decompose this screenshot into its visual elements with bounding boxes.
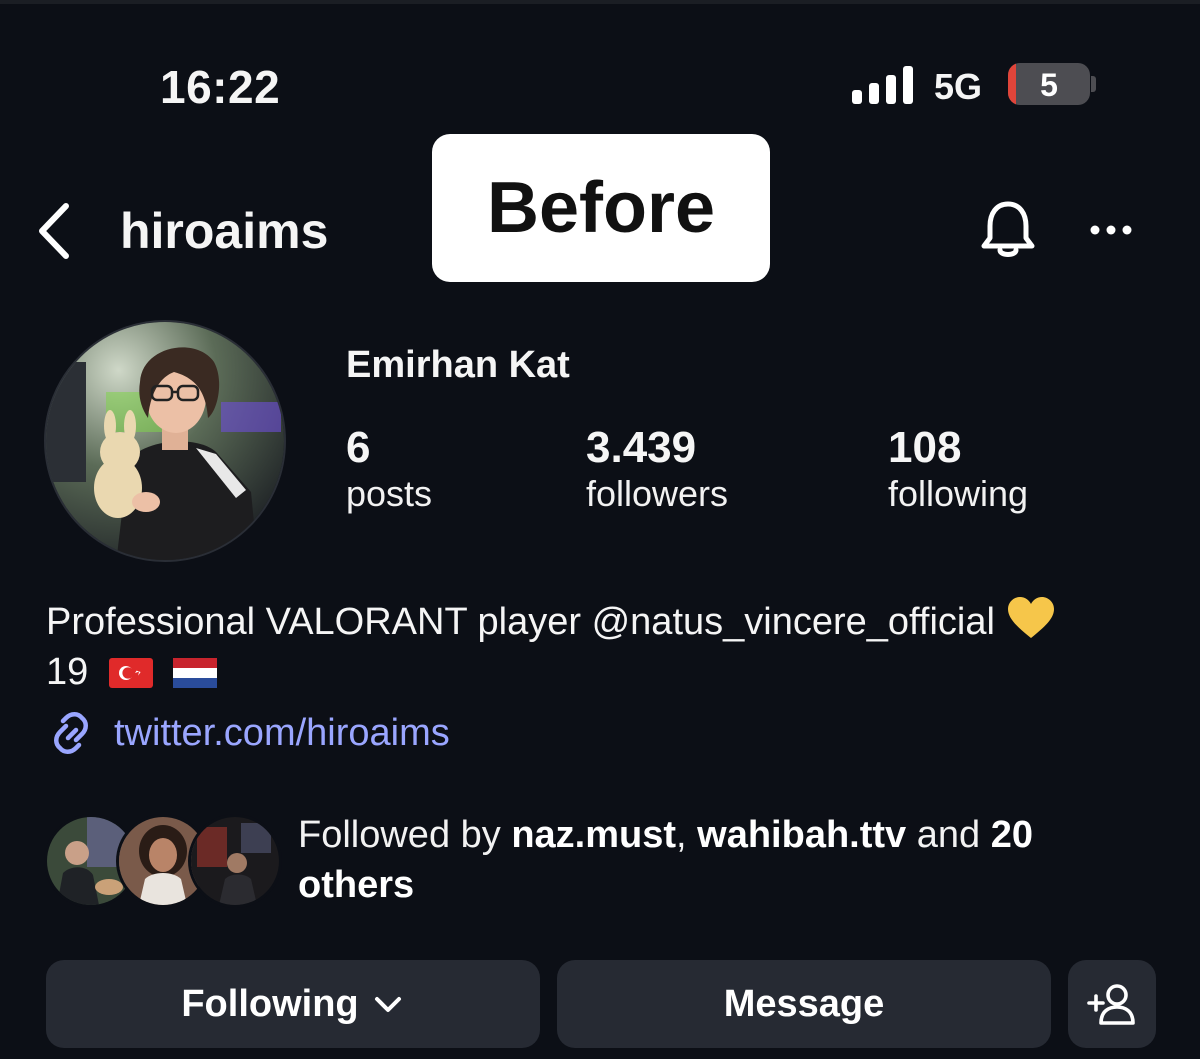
message-button[interactable]: Message — [557, 960, 1051, 1048]
followed-by-middle: and — [906, 814, 991, 856]
battery-cap — [1091, 76, 1096, 92]
battery-level: 5 — [1040, 67, 1058, 103]
bio-line-2: 19 — [46, 651, 89, 693]
top-divider — [0, 0, 1200, 4]
followed-by-count: 20 — [990, 814, 1033, 856]
chevron-down-icon — [374, 997, 401, 1012]
link-icon — [54, 712, 88, 754]
followed-by-suffix: others — [298, 864, 415, 906]
before-label-badge: Before — [432, 134, 770, 282]
following-button[interactable]: Following — [46, 960, 540, 1048]
profile-full-name: Emirhan Kat — [346, 344, 570, 386]
profile-avatar[interactable] — [44, 320, 286, 562]
header-username: hiroaims — [120, 203, 329, 259]
followed-by-text[interactable]: Followed by naz.must, wahibah.ttv and 20… — [298, 810, 1138, 910]
network-type: 5G — [934, 66, 983, 107]
followed-by-user-2: wahibah.ttv — [697, 814, 907, 856]
mutual-avatar-3 — [188, 814, 282, 908]
stat-followers-value: 3.439 — [586, 423, 697, 472]
status-time: 16:22 — [160, 61, 281, 113]
turkey-flag-icon — [108, 658, 153, 688]
before-label-text: Before — [486, 168, 716, 248]
netherlands-flag-icon — [173, 658, 218, 688]
stat-posts-value: 6 — [346, 423, 371, 472]
mutual-followers-avatars[interactable] — [44, 814, 282, 908]
followed-by-user-1: naz.must — [511, 814, 677, 856]
more-icon[interactable] — [1086, 214, 1136, 246]
profile-link[interactable]: twitter.com/hiroaims — [46, 708, 450, 758]
profile-bio: Professional VALORANT player @natus_vinc… — [46, 596, 1166, 697]
stat-following[interactable]: 108 following — [888, 426, 1028, 518]
followed-by-separator: , — [676, 814, 698, 856]
add-person-icon — [1087, 984, 1135, 1025]
stat-followers[interactable]: 3.439 followers — [586, 426, 728, 518]
battery-icon: 5 — [1008, 63, 1090, 105]
stat-following-label: following — [888, 473, 1029, 514]
signal-icon — [852, 66, 913, 104]
yellow-heart-icon — [1007, 597, 1054, 638]
message-button-label: Message — [723, 982, 885, 1025]
profile-link-text: twitter.com/hiroaims — [114, 711, 450, 754]
stat-posts[interactable]: 6 posts — [346, 426, 432, 518]
back-chevron-icon[interactable] — [34, 202, 74, 260]
stat-following-value: 108 — [888, 423, 962, 472]
bell-icon[interactable] — [978, 198, 1038, 262]
followed-by-prefix: Followed by — [298, 814, 512, 856]
stat-followers-label: followers — [586, 473, 729, 514]
add-person-button[interactable] — [1068, 960, 1156, 1048]
stat-posts-label: posts — [346, 473, 433, 514]
bio-line-1: Professional VALORANT player @natus_vinc… — [46, 601, 995, 643]
following-button-label: Following — [181, 982, 359, 1025]
